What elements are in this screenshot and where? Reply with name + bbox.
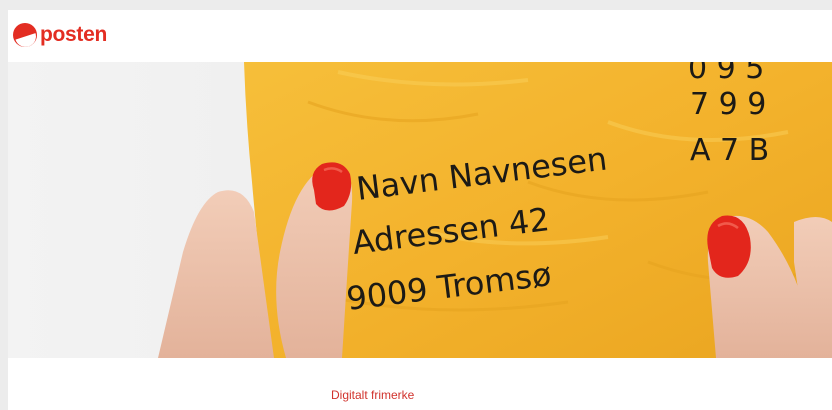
envelope-illustration: 0 9 5 7 9 9 A 7 B Navn Navnesen Adressen… xyxy=(8,62,832,358)
site-header: posten xyxy=(8,10,832,62)
posten-logo-link[interactable]: posten xyxy=(12,21,107,49)
hero-image: 0 9 5 7 9 9 A 7 B Navn Navnesen Adressen… xyxy=(8,62,832,358)
posten-logo-icon xyxy=(13,23,37,47)
brand-name: posten xyxy=(40,23,108,46)
digital-stamp-link[interactable]: Digitalt frimerke xyxy=(331,388,414,402)
code-line-3: A 7 B xyxy=(690,133,769,168)
code-line-1: 0 9 5 xyxy=(688,62,764,86)
page: posten 0 9 5 7 9 9 A 7 B Navn Navnesen A… xyxy=(0,0,832,410)
content-card: posten 0 9 5 7 9 9 A 7 B Navn Navnesen A… xyxy=(8,10,832,410)
code-line-2: 7 9 9 xyxy=(690,87,766,122)
